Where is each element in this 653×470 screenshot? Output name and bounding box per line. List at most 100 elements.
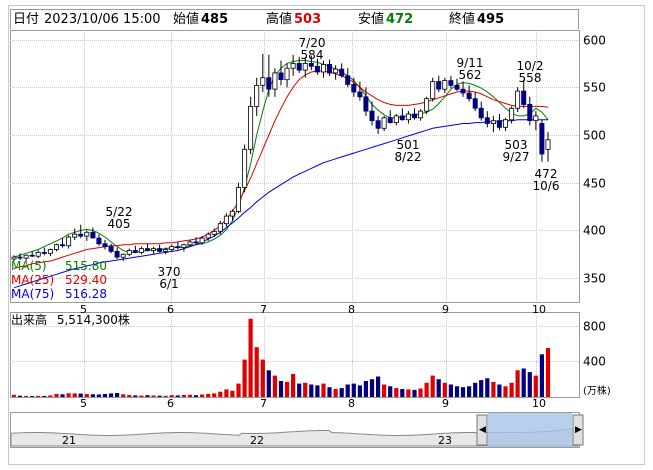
volume-bar [284,381,290,397]
price-tick-label: 600 [583,34,606,48]
candle-body [205,233,211,239]
volume-bar [309,384,314,397]
volume-bar [333,389,338,397]
x-tick-label: 6 [167,397,174,410]
volume-bar [291,373,296,397]
candle-body [393,115,399,124]
x-tick-label: 10 [532,397,546,410]
volume-bar [127,395,132,397]
candle-body [163,249,169,252]
candle-body [405,113,411,121]
candle-body [229,210,235,217]
volume-bar [303,382,308,397]
price-tick-label: 400 [583,224,606,238]
candle-body [369,110,375,121]
volume-bar [24,395,29,397]
candle-body [47,249,53,254]
navigator-year-label: 23 [438,434,452,447]
x-tick-label: 8 [348,397,355,410]
volume-bar [442,382,447,397]
volume-bar [297,383,302,397]
volume-bar [139,395,144,397]
volume-bar [266,370,271,397]
volume-bar [424,382,429,397]
candle-body [515,90,521,109]
navigator-selection [488,413,572,447]
candle-body [448,80,454,86]
candle-body [411,113,417,119]
candle-body [29,254,35,257]
candle-body [381,117,387,129]
volume-value: 5,514,300株 [56,313,130,327]
candle-body [23,254,29,259]
x-tick-label: 7 [260,303,267,316]
candle-body [509,107,515,121]
candle-body [217,223,223,232]
volume-bar [278,381,284,397]
candle-body [326,64,332,74]
candle-body [96,237,102,245]
candle-body [545,139,551,150]
volume-bar [163,395,168,397]
volume-bar [175,395,180,397]
candle-body [84,231,90,237]
candle-body [90,231,96,239]
candle-body [454,85,460,90]
candle-body [539,123,545,155]
volume-bar [351,383,356,397]
candle-body [248,106,254,150]
volume-bar [169,395,174,397]
candle-body [442,80,448,90]
candle-body [436,81,442,90]
volume-bar [193,395,199,397]
volume-bar [133,395,138,397]
ma75-label: MA(75) [11,287,55,301]
volume-bar [11,394,17,397]
volume-bar [36,395,41,397]
candle-body [302,63,308,71]
candle-body [60,244,66,247]
candle-body [108,246,114,252]
peak-annotation: 562 [459,68,482,82]
volume-bar [200,394,205,397]
stock-chart: 35040045050055060055667788991010400800(万… [8,5,645,465]
candle-body [484,117,490,124]
candle-body [266,77,272,90]
volume-bar [485,378,490,397]
volume-bar [376,376,381,397]
navigator-left-arrow-icon: ◀ [479,425,486,435]
candle-body [357,91,363,98]
volume-bar [539,354,544,397]
candle-body [339,68,345,77]
candle-body [211,230,217,235]
volume-bar [454,386,460,397]
candle-body [320,64,326,73]
peak-annotation: 6/1 [159,277,178,291]
volume-bar [363,381,368,397]
ma5-legend: MA(5) 515.80 [11,259,107,274]
volume-bar [212,393,217,397]
volume-bar [248,318,253,397]
candle-body [35,251,41,257]
candle-body [345,75,351,85]
volume-bar [382,384,387,397]
candle-body [126,250,132,255]
volume-bar [394,388,399,397]
x-tick-label: 9 [442,397,449,410]
volume-bar [436,379,441,397]
volume-tick-label: 400 [583,355,606,369]
volume-bar [503,386,508,397]
volume-bar [369,379,375,397]
candle-body [466,92,472,100]
x-tick-label: 5 [80,397,87,410]
volume-bar [157,395,162,397]
peak-annotation: 405 [108,217,131,231]
candle-body [157,248,163,252]
candle-body [363,96,369,112]
volume-bar [54,393,59,397]
volume-bar [509,382,514,397]
price-tick-label: 500 [583,129,606,143]
candle-body [193,241,199,244]
candle-body [521,90,527,105]
volume-bar [260,359,265,397]
